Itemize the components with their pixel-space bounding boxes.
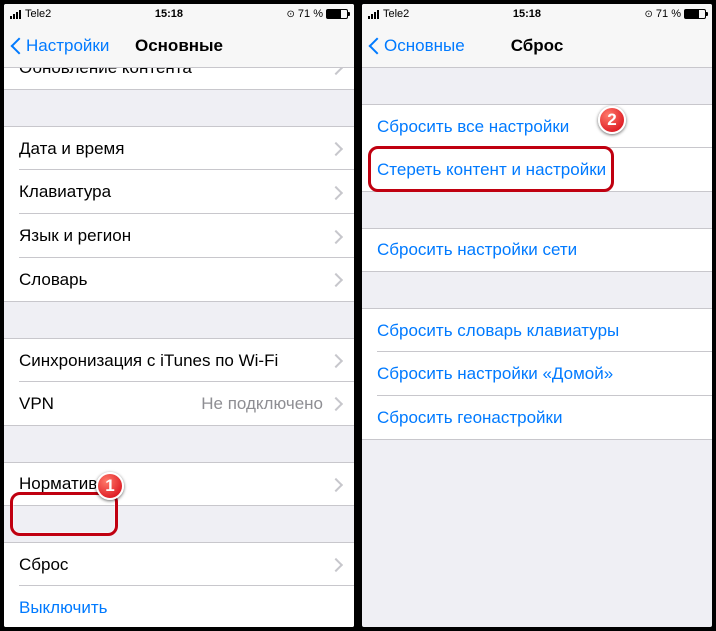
screen-general: Tele2 15:18 ⊙ 71 % Настройки Основные Об… (4, 4, 354, 627)
status-bar: Tele2 15:18 ⊙ 71 % (362, 4, 712, 24)
back-button[interactable]: Основные (362, 36, 465, 56)
chevron-right-icon (331, 186, 339, 199)
nav-bar: Настройки Основные (4, 24, 354, 68)
back-label: Настройки (26, 36, 109, 56)
back-button[interactable]: Настройки (4, 36, 109, 56)
carrier-label: Tele2 (383, 8, 409, 20)
chevron-right-icon (331, 397, 339, 410)
row-reset[interactable]: Сброс (4, 542, 354, 586)
row-keyboard[interactable]: Клавиатура (4, 170, 354, 214)
row-language-region[interactable]: Язык и регион (4, 214, 354, 258)
battery-icon (684, 9, 706, 19)
row-vpn[interactable]: VPN Не подключено (4, 382, 354, 426)
chevron-left-icon (368, 36, 380, 56)
vpn-status: Не подключено (201, 394, 323, 414)
row-reset-keyboard-dict[interactable]: Сбросить словарь клавиатуры (362, 308, 712, 352)
clock: 15:18 (409, 8, 644, 20)
chevron-right-icon (331, 478, 339, 491)
screen-reset: Tele2 15:18 ⊙ 71 % Основные Сброс Сброси… (362, 4, 712, 627)
clock: 15:18 (51, 8, 286, 20)
row-reset-location[interactable]: Сбросить геонастройки (362, 396, 712, 440)
status-bar: Tele2 15:18 ⊙ 71 % (4, 4, 354, 24)
back-label: Основные (384, 36, 465, 56)
alarm-icon: ⊙ (645, 9, 653, 20)
row-shutdown[interactable]: Выключить (4, 586, 354, 627)
carrier-label: Tele2 (25, 8, 51, 20)
chevron-left-icon (10, 36, 22, 56)
row-dictionary[interactable]: Словарь (4, 258, 354, 302)
row-itunes-wifi-sync[interactable]: Синхронизация с iTunes по Wi-Fi (4, 338, 354, 382)
row-reset-all-settings[interactable]: Сбросить все настройки (362, 104, 712, 148)
chevron-right-icon (331, 273, 339, 286)
signal-icon (10, 9, 21, 19)
row-content-update[interactable]: Обновление контента (4, 68, 354, 90)
chevron-right-icon (331, 230, 339, 243)
row-regulatory[interactable]: Нормативы (4, 462, 354, 506)
settings-list: Обновление контента Дата и время Клавиат… (4, 68, 354, 627)
reset-list: Сбросить все настройки Стереть контент и… (362, 68, 712, 627)
row-reset-home[interactable]: Сбросить настройки «Домой» (362, 352, 712, 396)
row-erase-content-settings[interactable]: Стереть контент и настройки (362, 148, 712, 192)
battery-pct: 71 % (298, 8, 323, 20)
alarm-icon: ⊙ (287, 9, 295, 20)
battery-pct: 71 % (656, 8, 681, 20)
chevron-right-icon (331, 68, 339, 74)
chevron-right-icon (331, 558, 339, 571)
signal-icon (368, 9, 379, 19)
row-date-time[interactable]: Дата и время (4, 126, 354, 170)
nav-bar: Основные Сброс (362, 24, 712, 68)
battery-icon (326, 9, 348, 19)
row-reset-network[interactable]: Сбросить настройки сети (362, 228, 712, 272)
chevron-right-icon (331, 142, 339, 155)
chevron-right-icon (331, 354, 339, 367)
